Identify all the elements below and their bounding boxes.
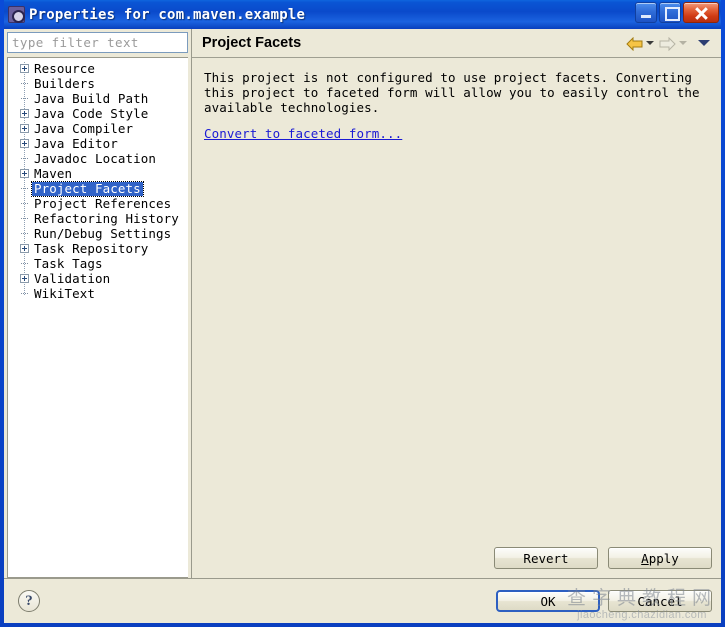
page-nav-tools [626,36,713,52]
tree-item-label: Java Build Path [34,90,149,106]
convert-to-faceted-form-link[interactable]: Convert to faceted form... [204,126,402,141]
facets-description: This project is not configured to use pr… [204,70,700,115]
search-input[interactable]: type filter text [12,35,139,50]
dialog-main-region: type filter text Resource Builders Java Bu… [4,29,721,578]
window-title: Properties for com.maven.example [29,6,306,23]
apply-button[interactable]: Apply [608,547,712,569]
maximize-button[interactable] [659,2,681,23]
tree-item-java-build-path[interactable]: Java Build Path [8,91,188,106]
tree-item-label: Task Repository [34,240,149,256]
tree-item-javadoc-location[interactable]: Javadoc Location [8,151,188,166]
view-menu-chevron-down-icon[interactable] [698,40,710,46]
tree-leaf-icon [20,154,29,163]
page-content: This project is not configured to use pr… [192,58,721,538]
tree-item-label: Task Tags [34,255,103,271]
ok-button[interactable]: OK [496,590,600,612]
tree-leaf-icon [20,79,29,88]
apply-label-rest: pply [648,550,679,566]
expand-plus-icon[interactable] [20,139,29,148]
properties-gear-icon [8,6,25,23]
title-bar[interactable]: Properties for com.maven.example [4,0,721,29]
tree-item-label: Javadoc Location [34,150,157,166]
tree-item-label: Java Editor [34,135,118,151]
close-button[interactable] [683,2,719,23]
back-arrow-icon[interactable] [626,36,643,52]
tree-leaf-icon [20,289,29,298]
tree-item-label: WikiText [34,285,96,301]
tree-leaf-icon [20,214,29,223]
forward-arrow-icon [659,36,676,52]
tree-item-project-facets[interactable]: Project Facets [8,180,188,197]
tree-item-java-compiler[interactable]: Java Compiler [8,121,188,136]
tree-item-label: Java Code Style [34,105,149,121]
tree-item-java-editor[interactable]: Java Editor [8,136,188,151]
expand-plus-icon[interactable] [20,169,29,178]
tree-item-label: Validation [34,270,111,286]
apply-accel-letter: A [641,550,649,566]
preferences-tree[interactable]: Resource Builders Java Build Path Java Code… [7,57,188,578]
cancel-button[interactable]: Cancel [608,590,712,612]
tree-leaf-icon [20,259,29,268]
properties-dialog-window: Properties for com.maven.example type fi… [0,0,725,627]
tree-leaf-icon [20,184,29,193]
preferences-tree-panel: type filter text Resource Builders Java Bu… [4,29,191,578]
tree-item-label: Run/Debug Settings [34,225,172,241]
page-title: Project Facets [202,35,302,51]
window-controls [635,2,719,23]
tree-item-resource[interactable]: Resource [8,61,188,76]
tree-item-run-debug-settings[interactable]: Run/Debug Settings [8,226,188,241]
tree-item-label: Builders [34,75,96,91]
tree-item-label: Project References [34,195,172,211]
dialog-body: type filter text Resource Builders Java Bu… [4,29,721,623]
tree-item-label: Java Compiler [34,120,134,136]
tree-item-builders[interactable]: Builders [8,76,188,91]
expand-plus-icon[interactable] [20,124,29,133]
tree-leaf-icon [20,229,29,238]
tree-item-maven[interactable]: Maven [8,166,188,181]
tree-leaf-icon [20,199,29,208]
tree-item-label: Project Facets [31,180,144,197]
forward-chevron-down-icon [679,41,687,45]
expand-plus-icon[interactable] [20,64,29,73]
tree-item-label: Maven [34,165,73,181]
expand-plus-icon[interactable] [20,109,29,118]
tree-item-wikitext[interactable]: WikiText [8,286,188,301]
tree-item-project-references[interactable]: Project References [8,196,188,211]
page-action-buttons: Revert Apply [192,538,721,578]
expand-plus-icon[interactable] [20,274,29,283]
revert-button[interactable]: Revert [494,547,598,569]
tree-leaf-icon [20,94,29,103]
tree-item-label: Resource [34,60,96,76]
page-panel: Project Facets This project is not confi… [191,29,721,578]
dialog-footer: ? OK Cancel 查字典教程网 jiaocheng.chazidian.c… [4,578,721,623]
tree-item-task-tags[interactable]: Task Tags [8,256,188,271]
tree-item-list: Resource Builders Java Build Path Java Code… [8,61,188,301]
expand-plus-icon[interactable] [20,244,29,253]
help-question-icon[interactable]: ? [18,590,40,612]
tree-item-task-repository[interactable]: Task Repository [8,241,188,256]
page-header: Project Facets [192,29,721,58]
back-chevron-down-icon[interactable] [646,41,654,45]
minimize-button[interactable] [635,2,657,23]
filter-input-wrapper[interactable]: type filter text [7,32,188,53]
tree-item-validation[interactable]: Validation [8,271,188,286]
tree-item-refactoring-history[interactable]: Refactoring History [8,211,188,226]
dialog-footer-buttons: OK Cancel [496,590,712,612]
tree-item-label: Refactoring History [34,210,179,226]
tree-item-java-code-style[interactable]: Java Code Style [8,106,188,121]
